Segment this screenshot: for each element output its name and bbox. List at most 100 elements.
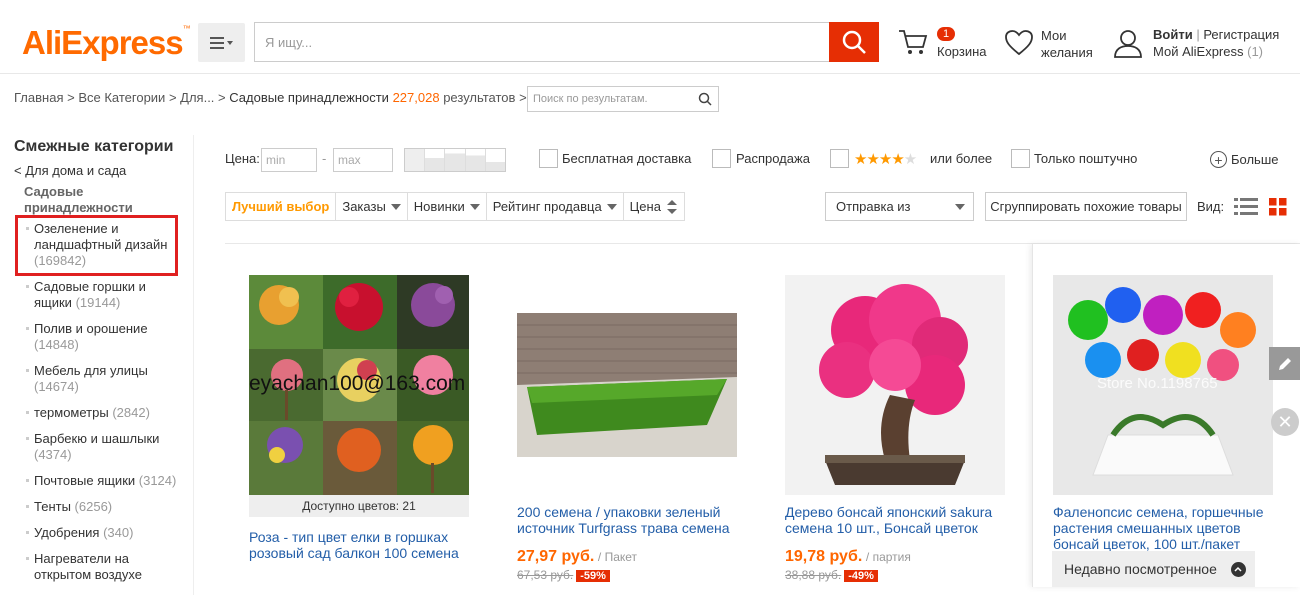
crumb-all-categories[interactable]: Все Категории [78,90,165,105]
rating-label: или более [930,151,993,166]
sidebar-item-watering[interactable]: Полив и орошение (14848) [26,321,184,353]
view-label: Вид: [1197,199,1225,214]
star-rating-icon: ★★★★★ [854,151,917,168]
price-unit: / партия [865,550,911,564]
price-max-input[interactable]: max [333,148,393,172]
sidebar-item-label: Полив и орошение [34,321,148,336]
sidebar-item-thermometers[interactable]: термометры (2842) [26,405,184,421]
discount-badge: -59% [576,570,610,582]
price-dash: - [322,151,327,166]
cart-link[interactable]: Корзина [937,43,987,60]
wishlist-link[interactable]: Мои желания [1041,27,1093,61]
rating-checkbox[interactable] [830,149,849,168]
sidebar-item-furniture[interactable]: Мебель для улицы (14674) [26,363,184,395]
sidebar-item-count: (169842) [34,253,87,268]
price-range-histogram[interactable] [404,148,506,172]
product-card[interactable]: eyachan100@163.com Доступно цветов: 21 Р… [249,275,469,561]
search-icon[interactable] [698,92,712,106]
product-image[interactable] [517,275,737,495]
sort-seller-label: Рейтинг продавца [492,199,602,214]
categories-menu-button[interactable] [198,23,245,62]
sidebar-item-label: Тенты [34,499,71,514]
refine-placeholder: Поиск по результатам. [533,93,648,105]
ship-from-label: Отправка из [836,199,911,214]
sale-checkbox[interactable] [712,149,731,168]
aliexpress-logo[interactable]: AliExpress™ [22,24,191,62]
crumb-current: Садовые принадлежности [229,90,389,105]
ship-from-select[interactable]: Отправка из [825,192,974,221]
heart-icon[interactable] [1005,30,1033,59]
chevron-up-icon [1230,561,1246,577]
more-filters-link[interactable]: Больше [1231,152,1279,167]
site-header: AliExpress™ Я ищу... 1 Корзина Мои желан… [0,0,1300,74]
feedback-button[interactable] [1269,347,1300,380]
free-shipping-label: Бесплатная доставка [562,151,692,166]
my-aliexpress-link[interactable]: Мой AliExpress (1) [1153,43,1263,60]
product-card[interactable]: Дерево бонсай японский sakura семена 10 … [785,275,1005,582]
free-shipping-checkbox[interactable] [539,149,558,168]
refine-search-input[interactable]: Поиск по результатам. [527,86,719,112]
grid-view-icon[interactable] [1268,197,1288,220]
price-unit: / Пакет [597,550,638,564]
sidebar-item-heaters[interactable]: Нагреватели на открытом воздухе [26,551,184,583]
search-input[interactable]: Я ищу... [254,22,830,62]
old-price: 67,53 руб. [517,568,574,582]
recently-viewed-bar[interactable]: Недавно посмотренное [1052,551,1255,587]
sort-seller-rating[interactable]: Рейтинг продавца [487,193,624,220]
single-item-label: Только поштучно [1034,151,1138,166]
sidebar-item-fertilizers[interactable]: Удобрения (340) [26,525,184,541]
sidebar-item-label: Мебель для улицы [34,363,148,378]
list-view-icon[interactable] [1234,197,1258,220]
sidebar-item-mailboxes[interactable]: Почтовые ящики (3124) [26,473,184,489]
sidebar-item-pots[interactable]: Садовые горшки и ящики (19144) [26,279,184,311]
sort-price-label: Цена [629,199,661,214]
product-image[interactable]: eyachan100@163.com [249,275,469,495]
my-ali-count: (1) [1247,44,1264,59]
product-card[interactable]: 200 семена / упаковки зеленый источник T… [517,275,737,582]
wishlist-line2: желания [1041,45,1093,60]
product-title[interactable]: Дерево бонсай японский sakura семена 10 … [785,504,1005,536]
wishlist-line1: Мои [1041,28,1067,43]
product-title[interactable]: Роза - тип цвет елки в горшках розовый с… [249,529,469,561]
close-icon[interactable]: ✕ [1271,408,1299,436]
sort-bar: Лучший выбор Заказы Новинки Рейтинг прод… [225,192,685,221]
current-category: Садовые принадлежности [24,184,133,215]
signin-link[interactable]: Войти [1153,27,1193,42]
crumb-home[interactable]: Главная [14,90,63,105]
price-min-input[interactable]: min [261,148,317,172]
product-image[interactable] [785,275,1005,495]
product-image[interactable]: Store No.1198765 [1053,275,1273,495]
sidebar-item-landscaping[interactable]: Озеленение и ландшафтный дизайн (169842) [26,221,184,269]
sort-arrows-icon [666,199,677,214]
sort-price[interactable]: Цена [624,193,684,220]
sidebar-divider [193,135,194,595]
my-ali-label: Мой AliExpress [1153,44,1244,59]
recently-viewed-label: Недавно посмотренное [1064,561,1217,577]
sidebar-item-bbq[interactable]: Барбекю и шашлыки (4374) [26,431,184,463]
sidebar-item-count: (6256) [74,499,113,514]
user-icon[interactable] [1113,28,1143,61]
image-watermark: Store No.1198765 [1097,375,1218,392]
price-label: Цена: [225,151,260,166]
cart-icon[interactable] [898,28,928,59]
chevron-down-icon [955,203,965,210]
parent-category-link[interactable]: < Для дома и сада [14,163,126,178]
sidebar-item-count: (4374) [34,447,72,462]
group-similar-button[interactable]: Сгруппировать похожие товары [985,192,1187,221]
sort-orders[interactable]: Заказы [336,193,408,220]
colors-available-bar: Доступно цветов: 21 [249,495,469,517]
plus-icon[interactable]: + [1210,151,1227,168]
image-watermark: eyachan100@163.com [249,372,466,395]
product-card[interactable]: Store No.1198765 Фаленопсис семена, горш… [1053,275,1273,552]
sidebar-item-awnings[interactable]: Тенты (6256) [26,499,184,515]
product-title[interactable]: 200 семена / упаковки зеленый источник T… [517,504,737,536]
old-price: 38,88 руб. [785,568,842,582]
search-button[interactable] [829,22,879,62]
single-item-checkbox[interactable] [1011,149,1030,168]
sort-newest[interactable]: Новинки [408,193,487,220]
sort-best-match[interactable]: Лучший выбор [226,193,337,220]
chevron-down-icon [606,203,617,210]
product-title[interactable]: Фаленопсис семена, горшечные растения см… [1053,504,1273,552]
crumb-home-garden[interactable]: Для... [180,90,214,105]
register-link[interactable]: Регистрация [1203,27,1279,42]
